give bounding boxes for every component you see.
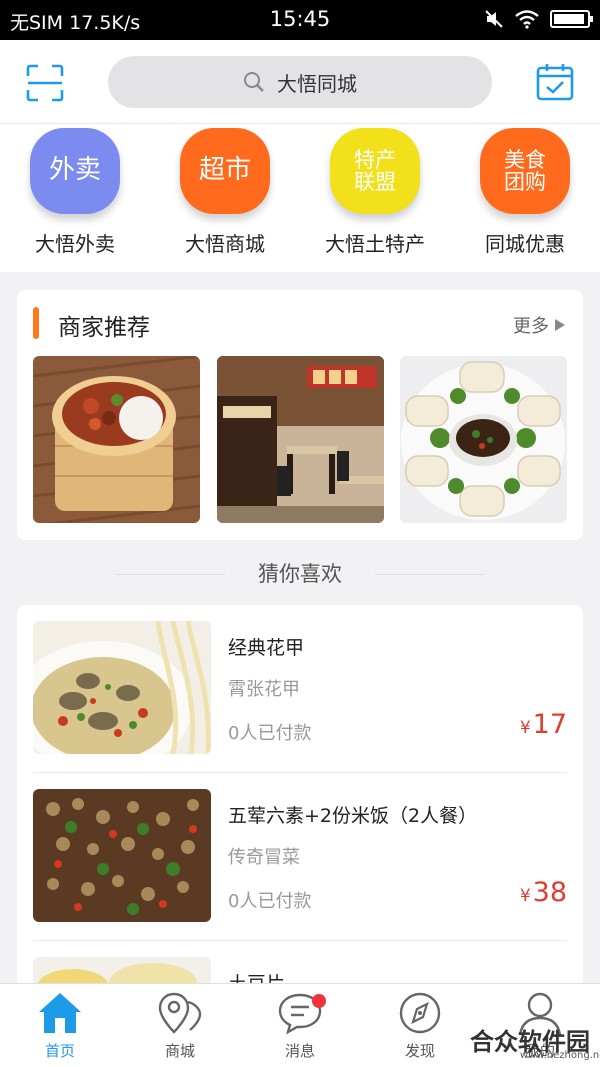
scan-icon[interactable] [26,64,64,102]
divider-line-left [115,574,225,575]
watermark-url: www.hezhong.net [520,1050,600,1061]
unread-badge [312,994,326,1008]
category-label: 大悟土特产 [325,232,425,256]
section-accent-bar [33,307,39,339]
product-image [33,789,211,922]
wifi-icon [515,10,539,29]
status-bar: 无SIM 17.5K/s 15:45 [0,0,600,40]
tab-messages[interactable]: 消息 [240,990,360,1061]
divider-line-right [375,574,485,575]
list-item[interactable]: 五荤六素+2份米饭（2人餐） 传奇冒菜 0人已付款 ¥38 [33,773,567,941]
category-tile: 特产 联盟 [330,128,420,214]
category-label: 同城优惠 [485,232,565,256]
home-icon [39,993,81,1033]
merchant-recommend-card: 商家推荐 更多 [17,290,583,540]
category-tile: 美食 团购 [480,128,570,214]
category-label: 大悟外卖 [35,232,115,256]
calendar-check-icon[interactable] [535,62,575,102]
search-bar[interactable]: 大悟同城 [108,56,492,108]
more-label: 更多 [513,316,549,337]
category-label: 大悟商城 [185,232,265,256]
mute-icon [485,10,503,28]
category-takeout[interactable]: 外卖 大悟外卖 [0,128,150,257]
battery-icon [550,10,593,28]
shop-name: 传奇冒菜 [228,847,300,868]
tab-label: 消息 [284,1042,315,1060]
currency-symbol: ¥ [519,718,531,738]
tab-label: 首页 [44,1042,75,1060]
paid-count: 0人已付款 [228,723,312,744]
guess-title: 猜你喜欢 [258,562,342,586]
merchant-thumb-restaurant[interactable] [217,356,384,523]
category-mall[interactable]: 超市 大悟商城 [150,128,300,257]
compass-icon [399,992,441,1034]
tab-home[interactable]: 首页 [0,990,120,1061]
product-price: ¥38 [520,877,567,908]
category-deals[interactable]: 美食 团购 同城优惠 [450,128,600,257]
product-image [33,621,211,754]
price-value: 17 [532,709,567,740]
section-title: 商家推荐 [58,315,150,341]
category-specialty[interactable]: 特产 联盟 大悟土特产 [300,128,450,257]
product-name: 经典花甲 [228,637,305,659]
category-grid: 外卖 大悟外卖 超市 大悟商城 特产 联盟 大悟土特产 美食 团购 同城优惠 [0,124,600,272]
category-tile: 外卖 [30,128,120,214]
price-value: 38 [532,877,567,908]
shop-name: 霄张花甲 [228,679,300,700]
search-icon [244,72,264,92]
list-item[interactable]: 经典花甲 霄张花甲 0人已付款 ¥17 [33,605,567,773]
product-name: 五荤六素+2份米饭（2人餐） [228,805,478,827]
status-right [484,9,593,29]
play-arrow-icon [555,319,565,331]
more-link[interactable]: 更多 [513,312,565,338]
map-pin-icon [158,992,202,1034]
product-price: ¥17 [520,709,567,740]
category-tile: 超市 [180,128,270,214]
search-text: 大悟同城 [277,71,357,96]
top-header: 大悟同城 [0,40,600,124]
product-list: 经典花甲 霄张花甲 0人已付款 ¥17 五荤六素+2份米饭（2人餐） 传奇冒菜 … [17,605,583,995]
tab-discover[interactable]: 发现 [360,990,480,1061]
tab-label: 商城 [164,1042,195,1060]
currency-symbol: ¥ [519,886,531,906]
tab-mall[interactable]: 商城 [120,990,240,1061]
paid-count: 0人已付款 [228,891,312,912]
guess-you-like-divider: 猜你喜欢 [0,555,600,595]
tab-label: 发现 [404,1042,435,1060]
merchant-thumb-rice-bowl[interactable] [33,356,200,523]
merchant-thumb-spring-rolls[interactable] [400,356,567,523]
